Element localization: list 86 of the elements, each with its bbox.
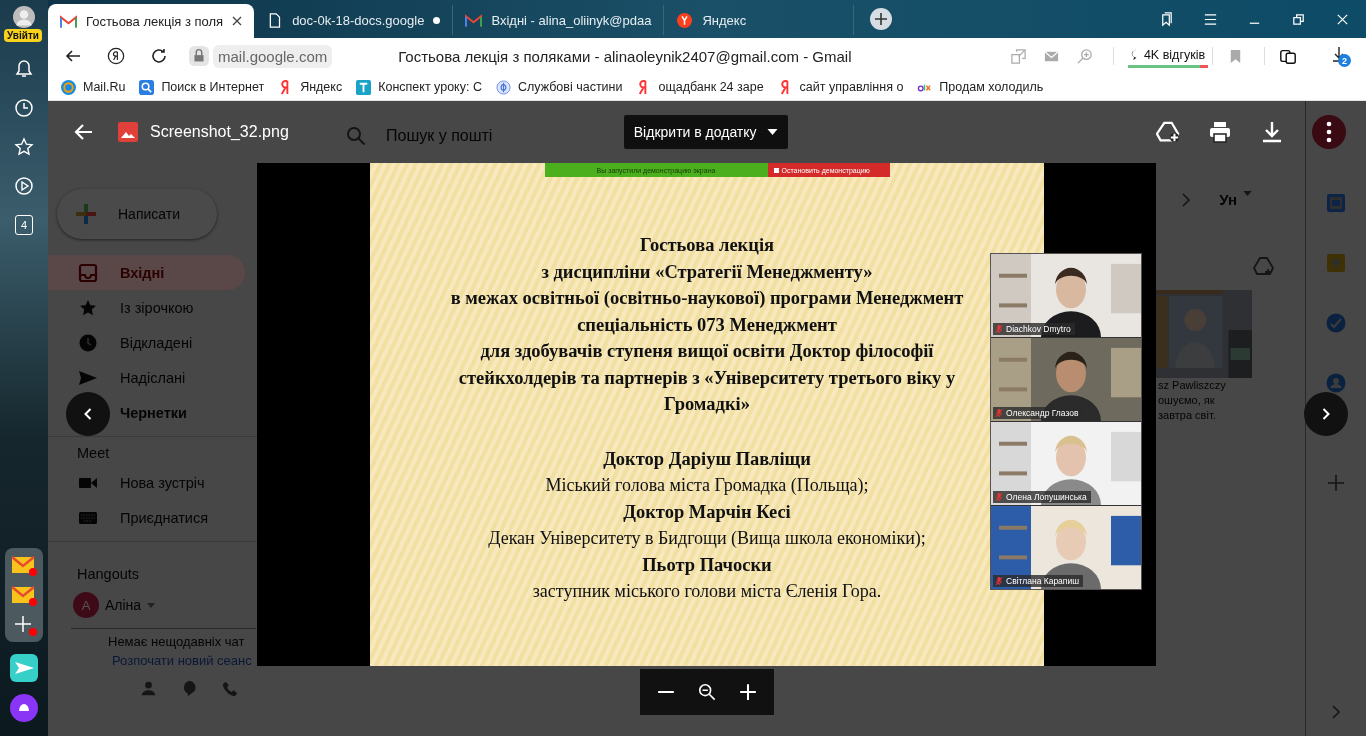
clock-icon [78, 332, 98, 353]
gmail-icon [60, 13, 77, 29]
user-avatar-icon[interactable] [13, 6, 35, 28]
download-icon[interactable] [1260, 120, 1284, 144]
caret-icon [766, 129, 778, 135]
new-tab-icon[interactable] [870, 8, 893, 30]
mail-icon[interactable] [11, 584, 37, 606]
gmail-icon [465, 12, 483, 28]
slide-heading-line: з дисципліни «Стратегії Менеджменту» [541, 260, 873, 284]
reviews-button[interactable]: 4K відгуків [1128, 44, 1208, 68]
bookmarks-icon[interactable] [1159, 12, 1174, 27]
menu-icon[interactable] [1203, 12, 1218, 27]
no-chats-text: Немає нещодавніх чат [108, 634, 245, 649]
browser-tab[interactable]: Вхідні - alina_oliinyk@pdaa [453, 5, 665, 35]
bookmark-link[interactable]: Яндекс [278, 79, 343, 95]
slide-heading-line: для здобувачів ступеня вищої освіти Доктор філософії [480, 340, 934, 363]
open-with-button[interactable]: Відкрити в додатку [623, 115, 788, 149]
yandex-logo-icon[interactable] [107, 47, 125, 65]
slide-text-line: Доктор Марчін Кесі [623, 500, 791, 524]
slide-heading-line: спеціальність 073 Менеджмент [577, 313, 837, 337]
browser-tab[interactable]: Гостьова лекція з поля [48, 4, 255, 38]
page-title: Гостьова лекція з поляками - alinaoleynik2407@gmail.com - Gmail [398, 47, 852, 65]
play-icon[interactable] [14, 176, 34, 196]
participant-name: Diachkov Dmytro [1006, 324, 1071, 334]
bookmark-link[interactable]: Конспект уроку: С [356, 79, 482, 95]
search-icon [139, 79, 155, 95]
search-icon [346, 126, 366, 146]
url-domain[interactable]: mail.google.com [213, 44, 333, 68]
tab-count-button[interactable]: 4 [15, 215, 33, 235]
plus-icon [74, 202, 98, 226]
restore-icon[interactable] [1291, 12, 1306, 27]
file-name: Screenshot_32.png [150, 123, 289, 141]
emblem-icon [495, 79, 511, 95]
download-count-badge: 2 [1338, 54, 1351, 67]
slide-text-line: Міський голова міста Громадка (Польща); [545, 474, 869, 497]
bookmark-link[interactable]: Mail.Ru [61, 79, 126, 95]
cards-icon[interactable] [1279, 47, 1297, 65]
stop-icon [773, 167, 779, 173]
back-icon[interactable] [74, 122, 94, 142]
dot-icon [433, 16, 441, 24]
star-icon[interactable] [14, 137, 34, 157]
bookmark-link[interactable]: Поиск в Интернет [139, 79, 265, 95]
bell-icon[interactable] [14, 59, 34, 79]
chevron-right-icon [1321, 407, 1331, 421]
participant-name: Олександр Глазов [1006, 408, 1079, 418]
login-badge[interactable]: Увійти [4, 29, 42, 42]
mail-icon[interactable] [11, 554, 37, 576]
chevron-left-icon [83, 407, 93, 421]
preview-text: ошуємо, як [1157, 393, 1216, 408]
bookmark-link[interactable]: сайт управління о [777, 79, 904, 95]
participant-name: Олена Лопушинська [1006, 492, 1087, 502]
at-sign-icon [61, 79, 76, 95]
close-icon[interactable] [1335, 12, 1350, 27]
participant-name: Світлана Карапиш [1006, 576, 1080, 586]
section-heading: Hangouts [76, 565, 140, 584]
slide-text-line: Доктор Даріуш Павліщи [603, 447, 811, 471]
send-icon[interactable] [10, 654, 38, 682]
more-icon[interactable] [1312, 115, 1346, 149]
slide-heading-line: Громадкі» [664, 393, 750, 416]
yandex-icon [676, 12, 694, 28]
bookmark-link[interactable]: Службові частини [495, 79, 623, 95]
browser-tab[interactable]: doc-0k-18-docs.google [254, 5, 454, 35]
close-icon[interactable] [232, 16, 243, 26]
inbox-icon [78, 262, 98, 283]
section-heading: Meet [76, 444, 110, 463]
slide-text-line: заступник міського голови міста Єленія Гора. [532, 580, 882, 603]
slide-text-line: Пьотр Пачоски [642, 553, 772, 577]
plus-icon[interactable] [738, 683, 757, 701]
letter-t-icon [356, 79, 372, 95]
assistant-icon[interactable] [10, 694, 38, 722]
preview-text: sz Pawliszczy [1157, 378, 1227, 393]
reload-icon[interactable] [150, 47, 168, 65]
slide-heading-line: стейкхолдерів та партнерів з «Університету третього віку у [458, 366, 956, 390]
add-to-drive-icon[interactable] [1156, 120, 1180, 144]
lock-icon[interactable] [189, 45, 209, 67]
slide-heading-line: Гостьова лекція [639, 234, 775, 257]
slide-heading-line: в межах освітньої (освітньо-наукової) програми Менеджмент [450, 287, 964, 310]
bookmark-link[interactable]: Продам холодиль [917, 79, 1044, 95]
bookmark-link[interactable]: ощадбанк 24 заре [636, 79, 764, 95]
clock-icon[interactable] [14, 98, 34, 118]
slide-text-line: Декан Університету в Бидгощи (Вища школа економіки); [488, 527, 926, 550]
browser-tab[interactable]: Яндекс [664, 5, 855, 35]
image-file-icon [118, 122, 138, 142]
preview-text: завтра світ. [1157, 408, 1217, 423]
zoom-out-icon[interactable] [698, 683, 716, 701]
print-icon[interactable] [1208, 120, 1232, 144]
